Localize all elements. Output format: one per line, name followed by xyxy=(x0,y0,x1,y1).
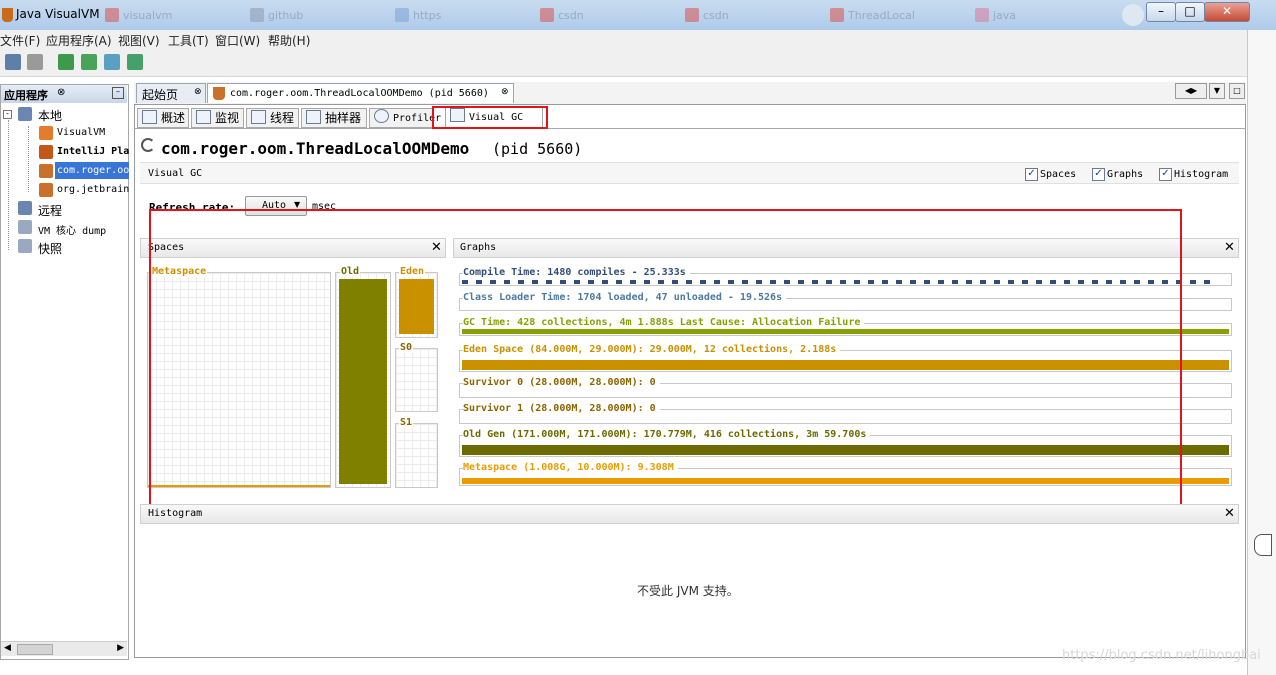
highlight-gc-area xyxy=(149,209,1182,508)
toolbar xyxy=(0,50,1276,77)
tab-monitor[interactable]: 监视 xyxy=(191,108,244,128)
section-label: Visual GC xyxy=(148,168,203,179)
page-title-pid: (pid 5660) xyxy=(492,140,583,158)
window-right-edge xyxy=(1247,30,1276,675)
background-browser-tab: csdn xyxy=(540,8,650,24)
graphs-close-icon[interactable]: ✕ xyxy=(1224,240,1235,255)
background-browser-tab: java xyxy=(975,8,1085,24)
close-button[interactable]: ✕ xyxy=(1204,2,1250,22)
histogram-checkbox-label: Histogram xyxy=(1174,169,1229,180)
add-vm-coredump-icon[interactable] xyxy=(104,54,120,70)
maximize-button[interactable]: □ xyxy=(1175,2,1205,22)
tree-node-core-dump[interactable]: VM 核心 dump xyxy=(38,222,106,237)
background-browser-tab: github xyxy=(250,8,360,24)
save-icon[interactable] xyxy=(27,54,43,70)
graphs-checkbox[interactable]: ✓ xyxy=(1092,168,1105,181)
tab-close-icon[interactable]: ⊗ xyxy=(501,87,509,97)
java-process-icon xyxy=(39,183,53,197)
menu-file[interactable]: 文件(F) xyxy=(0,32,40,49)
histogram-panel-header xyxy=(140,504,1239,524)
minimize-panel-icon[interactable]: – xyxy=(112,87,124,99)
tab-monitor-label: 监视 xyxy=(215,111,240,125)
scroll-right-icon[interactable]: ▶ xyxy=(117,643,124,653)
snapshots-icon xyxy=(18,239,32,253)
sub-tab-bar-line xyxy=(134,128,1246,129)
tree-node-remote[interactable]: 远程 xyxy=(38,202,62,219)
overview-icon xyxy=(142,110,157,124)
remote-host-icon xyxy=(18,201,32,215)
tab-profiler[interactable]: Profiler xyxy=(369,108,441,128)
tree-node-snapshots[interactable]: 快照 xyxy=(38,240,62,257)
tab-threads-label: 线程 xyxy=(270,111,295,125)
background-browser-tab: https xyxy=(395,8,505,24)
background-browser-tab: csdn xyxy=(685,8,795,24)
menu-view[interactable]: 视图(V) xyxy=(118,32,160,49)
menu-applications[interactable]: 应用程序(A) xyxy=(46,32,112,49)
monitor-icon xyxy=(196,110,211,124)
local-host-icon xyxy=(18,107,32,121)
tab-roger-app[interactable]: com.roger.oom.ThreadLocalOOMDemo (pid 56… xyxy=(207,83,514,103)
tree-node-local[interactable]: 本地 xyxy=(38,107,62,124)
tree-node-visualvm[interactable]: VisualVM xyxy=(57,127,105,138)
spaces-checkbox-label: Spaces xyxy=(1040,169,1077,180)
menu-help[interactable]: 帮助(H) xyxy=(268,32,310,49)
histogram-checkbox[interactable]: ✓ xyxy=(1159,168,1172,181)
minimize-button[interactable]: – xyxy=(1146,2,1176,22)
tab-overview[interactable]: 概述 xyxy=(137,108,189,128)
tab-list-dropdown-icon[interactable]: ▼ xyxy=(1209,83,1225,99)
tab-sampler-label: 抽样器 xyxy=(325,111,362,125)
chevron-down-icon: ▼ xyxy=(294,200,301,209)
tab-scroll-buttons[interactable]: ◀▶ xyxy=(1175,83,1207,99)
core-dump-icon xyxy=(18,220,32,234)
tree-connector xyxy=(28,126,30,192)
applications-panel-title: 应用程序 xyxy=(4,89,48,102)
threads-icon xyxy=(251,110,266,124)
graphs-checkbox-label: Graphs xyxy=(1107,169,1144,180)
histogram-close-icon[interactable]: ✕ xyxy=(1224,506,1235,521)
tab-close-icon[interactable]: ⊗ xyxy=(194,87,202,97)
histogram-unsupported-message: 不受此 JVM 支持。 xyxy=(637,584,739,598)
tab-threads[interactable]: 线程 xyxy=(246,108,299,128)
add-jmx-connection-icon[interactable] xyxy=(58,54,74,70)
background-browser-tab: visualvm xyxy=(105,8,215,24)
menu-window[interactable]: 窗口(W) xyxy=(215,32,260,49)
java-cup-icon xyxy=(213,87,225,100)
tab-start-page-label: 起始页 xyxy=(142,88,179,102)
spaces-checkbox[interactable]: ✓ xyxy=(1025,168,1038,181)
java-process-icon xyxy=(39,164,53,178)
maximize-document-icon[interactable]: □ xyxy=(1229,83,1245,99)
collapse-toggle-icon[interactable]: - xyxy=(3,110,12,119)
tree-node-jetbrains[interactable]: org.jetbrain xyxy=(57,184,129,195)
visualvm-icon xyxy=(39,126,53,140)
tab-sampler[interactable]: 抽样器 xyxy=(301,108,367,128)
intellij-icon xyxy=(39,145,53,159)
tree-connector xyxy=(8,120,10,250)
add-remote-host-icon[interactable] xyxy=(81,54,97,70)
tree-node-intellij[interactable]: IntelliJ Pla xyxy=(57,146,129,157)
highlight-visual-gc-tab xyxy=(432,106,548,129)
java-cup-icon xyxy=(2,8,13,22)
load-snapshot-icon[interactable] xyxy=(5,54,21,70)
horizontal-scrollbar[interactable]: ◀ ▶ xyxy=(1,641,127,656)
tab-roger-app-label: com.roger.oom.ThreadLocalOOMDemo (pid 56… xyxy=(230,88,489,99)
sampler-icon xyxy=(306,110,321,124)
compare-snapshots-icon[interactable] xyxy=(127,54,143,70)
panel-close-icon[interactable]: ⊗ xyxy=(57,87,65,98)
loading-spinner-icon xyxy=(141,138,155,152)
tab-overview-label: 概述 xyxy=(161,111,186,125)
background-browser-tab: ThreadLocal xyxy=(830,8,940,24)
side-widget-icon[interactable] xyxy=(1254,534,1272,556)
window-title: Java VisualVM xyxy=(16,7,100,21)
profiler-icon xyxy=(374,109,389,123)
menu-tools[interactable]: 工具(T) xyxy=(168,32,209,49)
watermark: https://blog.csdn.net/lihongbai xyxy=(1062,648,1261,663)
histogram-panel-title: Histogram xyxy=(148,508,203,519)
tab-start-page[interactable]: 起始页 ⊗ xyxy=(136,83,206,103)
page-title: com.roger.oom.ThreadLocalOOMDemo xyxy=(161,139,470,158)
scroll-left-icon[interactable]: ◀ xyxy=(4,643,11,653)
scroll-thumb[interactable] xyxy=(17,644,53,655)
tree-node-roger-selected[interactable]: com.roger.oo xyxy=(55,162,129,179)
search-icon[interactable] xyxy=(1122,4,1144,26)
